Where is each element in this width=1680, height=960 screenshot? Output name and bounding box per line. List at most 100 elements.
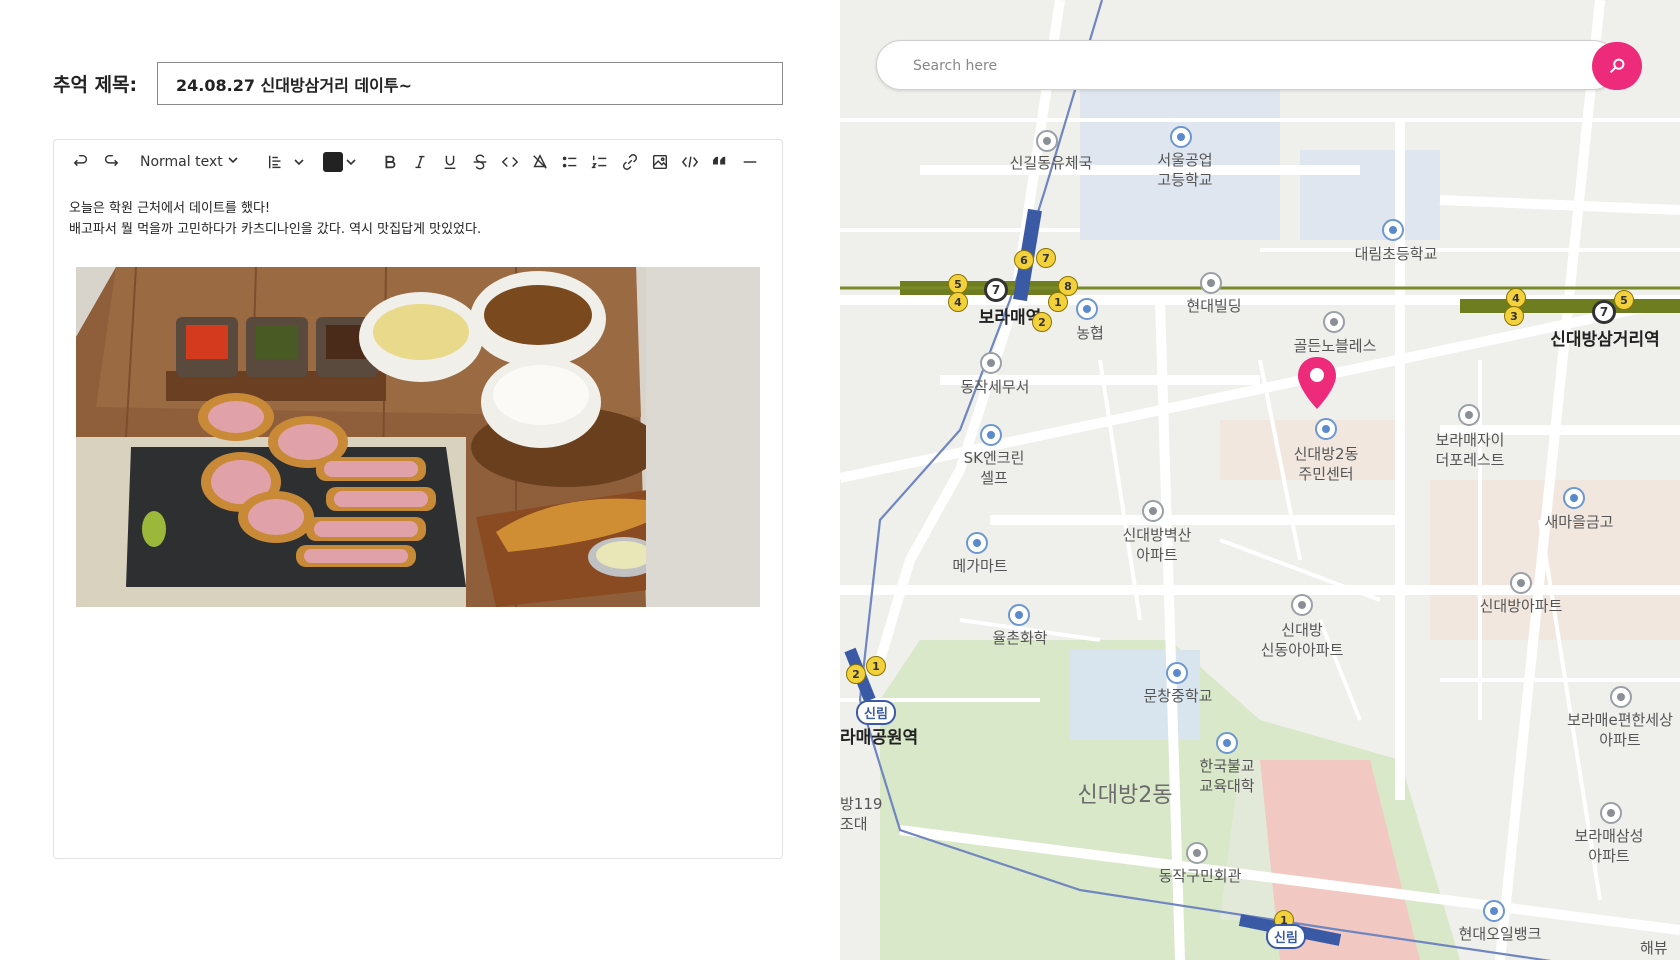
quote-icon[interactable]: [705, 148, 735, 176]
redo-icon[interactable]: [96, 148, 126, 176]
bold-icon[interactable]: [375, 148, 405, 176]
gas-station-icon[interactable]: [980, 424, 1002, 446]
line2-icon: 2: [1032, 312, 1052, 332]
code-icon[interactable]: [495, 148, 525, 176]
title-input[interactable]: [157, 62, 783, 105]
search-button[interactable]: [1592, 42, 1642, 90]
map-label: 대림초등학교: [1354, 245, 1438, 263]
code-block-icon[interactable]: [675, 148, 705, 176]
map-label: 보라매삼성 아파트: [1574, 827, 1644, 865]
chevron-down-icon: [345, 153, 357, 172]
editor-content[interactable]: 오늘은 학원 근처에서 데이트를 했다! 배고파서 뭘 먹을까 고민하다가 카츠…: [54, 184, 782, 240]
school-icon[interactable]: [1170, 126, 1192, 148]
map-label: 신대방아파트: [1479, 597, 1563, 615]
line5-icon: 5: [948, 274, 968, 294]
map-label: 율촌화학: [992, 629, 1048, 647]
map-label: 현대오일뱅크: [1458, 925, 1542, 943]
chevron-down-icon: [293, 153, 305, 172]
horizontal-rule-icon[interactable]: [735, 148, 765, 176]
gas-station-icon[interactable]: [1483, 900, 1505, 922]
underline-icon[interactable]: [435, 148, 465, 176]
map-label: 해뷰: [1640, 939, 1668, 957]
apartment-icon[interactable]: [1458, 404, 1480, 426]
italic-icon[interactable]: [405, 148, 435, 176]
text-color-swatch: [322, 152, 343, 172]
map-label: 문창중학교: [1143, 687, 1213, 705]
sillim-line-icon: 신림: [1266, 924, 1306, 949]
search-bar[interactable]: [876, 40, 1618, 90]
strikethrough-icon[interactable]: [465, 148, 495, 176]
location-pin-icon[interactable]: [1296, 355, 1338, 411]
line7-icon: 7: [984, 278, 1008, 302]
align-dropdown[interactable]: [261, 148, 305, 176]
numbered-list-icon[interactable]: [585, 148, 615, 176]
apartment-icon[interactable]: [1510, 572, 1532, 594]
rich-text-editor: Normal text 오늘은 학원 근처에서 데이트를 했다! 배고파서 뭘 …: [53, 139, 783, 859]
station-label: 신대방삼거리역: [1550, 330, 1660, 350]
sillim-line-icon: 신림: [856, 700, 896, 725]
line1-icon: 1: [866, 656, 886, 676]
map-label: 신대방벽산 아파트: [1122, 526, 1192, 564]
line7-icon: 7: [1592, 300, 1616, 324]
text-style-label: Normal text: [140, 154, 223, 170]
body-line: 오늘은 학원 근처에서 데이트를 했다!: [69, 201, 271, 216]
line2-icon: 2: [846, 664, 866, 684]
building-icon[interactable]: [1323, 311, 1345, 333]
line4-icon: 4: [1506, 288, 1526, 308]
government-icon[interactable]: [980, 352, 1002, 374]
search-input[interactable]: [913, 55, 1513, 77]
title-label: 추억 제목:: [53, 74, 138, 96]
line3-icon: 3: [1504, 306, 1524, 326]
chevron-down-icon: [227, 154, 239, 170]
school-icon[interactable]: [1166, 662, 1188, 684]
community-center-icon[interactable]: [1315, 418, 1337, 440]
line5-icon: 5: [1614, 290, 1634, 310]
text-style-dropdown[interactable]: Normal text: [132, 148, 247, 176]
map-label: 신대방 신동아아파트: [1260, 621, 1344, 659]
map-label: 동작세무서: [960, 378, 1030, 396]
map-label: 신대방2동 주민센터: [1293, 445, 1359, 483]
undo-icon[interactable]: [66, 148, 96, 176]
clear-format-icon[interactable]: [525, 148, 555, 176]
shopping-icon[interactable]: [966, 532, 988, 554]
apartment-icon[interactable]: [1142, 500, 1164, 522]
line4-icon: 4: [948, 292, 968, 312]
tonkatsu-photo: [76, 267, 760, 607]
district-label: 신대방2동: [1077, 783, 1173, 808]
university-icon[interactable]: [1216, 732, 1238, 754]
align-left-icon: [261, 148, 291, 176]
image-icon[interactable]: [645, 148, 675, 176]
text-color-picker[interactable]: [322, 152, 357, 172]
station-label: 라매공원역: [840, 728, 919, 748]
building-icon[interactable]: [1200, 272, 1222, 294]
map-label: 서울공업 고등학교: [1157, 151, 1213, 189]
map-label: 농협: [1076, 324, 1104, 342]
map-label: 보라매e편한세상 아파트: [1567, 711, 1673, 749]
building-icon[interactable]: [1186, 842, 1208, 864]
search-icon: [1609, 58, 1625, 74]
bank-icon[interactable]: [1563, 487, 1585, 509]
post-office-icon[interactable]: [1036, 130, 1058, 152]
bank-icon[interactable]: [1076, 298, 1098, 320]
apartment-icon[interactable]: [1600, 802, 1622, 824]
map-label: 신길동유체국: [1009, 154, 1093, 172]
map-label: 골든노블레스: [1293, 337, 1377, 355]
line7b-icon: 7: [1036, 248, 1056, 268]
line6-icon: 6: [1014, 250, 1034, 270]
map-label: 보라매자이 더포레스트: [1435, 431, 1505, 469]
link-icon[interactable]: [615, 148, 645, 176]
map-label: 현대빌딩: [1186, 297, 1242, 315]
apartment-icon[interactable]: [1291, 594, 1313, 616]
map-label: 메가마트: [952, 557, 1008, 575]
apartment-icon[interactable]: [1610, 686, 1632, 708]
map-label: SK엔크린 셀프: [963, 449, 1025, 487]
editor-toolbar: Normal text: [54, 140, 782, 184]
map-label: 동작구민회관: [1158, 867, 1242, 885]
map-view[interactable]: 신길동유체국 서울공업 고등학교 대림초등학교 현대빌딩 보라매역 농협 골든노…: [840, 0, 1680, 960]
body-line: 배고파서 뭘 먹을까 고민하다가 카츠디나인을 갔다. 역시 맛집답게 맛있었다…: [69, 222, 482, 237]
bullet-list-icon[interactable]: [555, 148, 585, 176]
company-icon[interactable]: [1008, 604, 1030, 626]
school-icon[interactable]: [1382, 219, 1404, 241]
map-label: 새마을금고: [1544, 513, 1614, 531]
map-label: 방119 조대: [840, 795, 883, 833]
